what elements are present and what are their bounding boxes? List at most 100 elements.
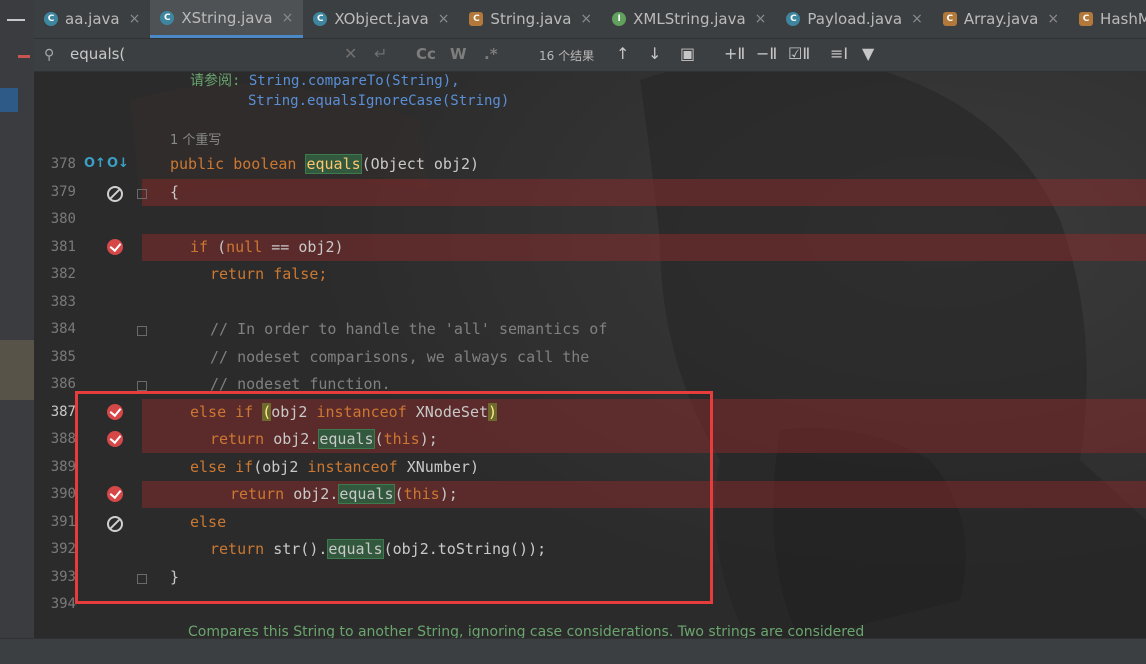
arrow-up-icon[interactable]: ↑ xyxy=(616,44,629,63)
tab-label: XMLString.java xyxy=(633,10,746,28)
line-number: 387 xyxy=(50,404,76,420)
tab-xobject-java[interactable]: C XObject.java × xyxy=(303,0,459,38)
line-number: 381 xyxy=(50,239,76,255)
doc-link-equalsignorecase[interactable]: String.equalsIgnoreCase(String) xyxy=(248,93,509,109)
interface-icon: I xyxy=(612,12,627,26)
tab-label: aa.java xyxy=(65,10,120,28)
code-text: (Object obj2) xyxy=(361,155,480,173)
line-number: 384 xyxy=(50,321,76,337)
tab-label: XObject.java xyxy=(334,10,429,28)
line-number: 380 xyxy=(50,211,76,227)
code-comment[interactable]: // In order to handle the 'all' semantic… xyxy=(210,316,607,343)
code-line[interactable]: if (null == obj2) xyxy=(190,234,344,261)
selected-file-marker xyxy=(0,88,18,112)
code-text: ; xyxy=(318,265,328,283)
arrow-down-icon[interactable]: ↓ xyxy=(648,44,661,63)
search-icon[interactable]: ⚲ xyxy=(44,47,54,63)
keyword: null xyxy=(226,238,263,256)
tab-label: Payload.java xyxy=(807,10,903,28)
code-text: == obj2) xyxy=(262,238,344,256)
tab-payload-java[interactable]: C Payload.java × xyxy=(776,0,932,38)
overriding-method-icon[interactable]: O↑ xyxy=(84,156,106,171)
class-icon: C xyxy=(469,12,484,26)
doc-see-also: 请参阅: String.compareTo(String), xyxy=(190,71,460,92)
newline-icon[interactable]: ↵ xyxy=(374,44,387,63)
class-icon: C xyxy=(1079,12,1094,26)
line-number: 390 xyxy=(50,486,76,502)
code-line[interactable]: return false; xyxy=(210,261,327,288)
code-text: { xyxy=(170,183,180,201)
search-input[interactable]: equals( xyxy=(70,45,125,63)
tab-string-java[interactable]: C String.java × xyxy=(459,0,602,38)
regex-toggle[interactable]: .* xyxy=(484,45,498,63)
filter-icon[interactable]: ▼ xyxy=(862,44,874,63)
line-number: 379 xyxy=(50,184,76,200)
line-number: 394 xyxy=(50,596,76,612)
line-number: 392 xyxy=(50,541,76,557)
add-occurrence-icon[interactable]: +Ⅱ xyxy=(724,44,745,63)
overrides-hint[interactable]: 1 个重写 xyxy=(170,129,221,148)
code-line[interactable]: { xyxy=(170,179,179,206)
close-icon[interactable]: × xyxy=(129,11,141,27)
tab-label: Array.java xyxy=(963,10,1039,28)
panel-decoration xyxy=(0,340,34,400)
close-icon[interactable]: × xyxy=(755,11,767,27)
tab-hashmap[interactable]: C HashMap xyxy=(1069,0,1146,38)
tab-label: String.java xyxy=(490,10,572,28)
class-icon: C xyxy=(786,12,801,26)
tab-xstring-java[interactable]: C XString.java × xyxy=(150,0,304,38)
breakpoint-row-highlight xyxy=(142,179,1146,206)
search-match: equals xyxy=(305,154,362,174)
close-icon[interactable]: × xyxy=(911,11,923,27)
keyword: public boolean xyxy=(170,155,306,173)
tab-aa-java[interactable]: C aa.java × xyxy=(34,0,150,38)
disabled-breakpoint-icon[interactable] xyxy=(107,186,123,202)
breakpoint-icon[interactable] xyxy=(107,239,123,255)
project-panel-strip xyxy=(0,0,34,663)
doc-link-compareto[interactable]: String.compareTo(String), xyxy=(249,73,460,89)
code-comment[interactable]: // nodeset comparisons, we always call t… xyxy=(210,344,589,371)
select-occurrences-icon[interactable]: ☑Ⅱ xyxy=(788,44,810,63)
filter-lines-icon[interactable]: ≡Ⅰ xyxy=(830,44,848,63)
whole-words-toggle[interactable]: W xyxy=(450,45,467,63)
minimize-icon[interactable] xyxy=(7,19,25,21)
close-icon[interactable]: × xyxy=(438,11,450,27)
code-line[interactable]: public boolean equals(Object obj2) xyxy=(170,151,479,178)
line-number: 389 xyxy=(50,459,76,475)
class-icon: C xyxy=(313,12,328,26)
match-case-toggle[interactable]: Cc xyxy=(416,45,436,63)
code-text: ( xyxy=(208,238,227,256)
find-bar: ⚲ equals( ✕ ↵ Cc W .* 16 个结果 ↑ ↓ ▣ +Ⅱ −Ⅱ… xyxy=(34,39,1146,72)
class-icon: C xyxy=(44,12,58,26)
status-strip xyxy=(0,638,1146,664)
select-all-occurrences-icon[interactable]: ▣ xyxy=(680,44,695,63)
keyword: false xyxy=(264,265,319,283)
remove-occurrence-icon[interactable]: −Ⅱ xyxy=(756,44,777,63)
class-icon: C xyxy=(942,12,957,26)
keyword: return xyxy=(210,265,265,283)
close-icon[interactable]: × xyxy=(282,10,294,26)
tab-array-java[interactable]: C Array.java × xyxy=(933,0,1069,38)
overridden-method-icon[interactable]: O↓ xyxy=(107,156,129,171)
doc-see-also-label: 请参阅: xyxy=(190,73,241,89)
close-icon[interactable]: × xyxy=(580,11,592,27)
error-marker xyxy=(18,55,30,58)
annotation-highlight-box xyxy=(75,391,713,604)
doc-see-also-line2: String.equalsIgnoreCase(String) xyxy=(248,91,509,112)
close-icon[interactable]: × xyxy=(1047,11,1059,27)
line-number: 391 xyxy=(50,514,76,530)
clear-icon[interactable]: ✕ xyxy=(344,44,357,63)
class-icon: C xyxy=(160,10,175,25)
fold-marker-icon[interactable] xyxy=(137,189,147,199)
tab-label: HashMap xyxy=(1100,10,1146,28)
line-number: 383 xyxy=(50,294,76,310)
line-number: 393 xyxy=(50,569,76,585)
line-number: 386 xyxy=(50,376,76,392)
line-number: 382 xyxy=(50,266,76,282)
fold-marker-icon[interactable] xyxy=(137,326,147,336)
line-number: 388 xyxy=(50,431,76,447)
result-count: 16 个结果 xyxy=(539,49,595,63)
line-number: 378 xyxy=(50,156,76,172)
tab-xmlstring-java[interactable]: I XMLString.java × xyxy=(602,0,776,38)
fold-marker-icon[interactable] xyxy=(137,381,147,391)
